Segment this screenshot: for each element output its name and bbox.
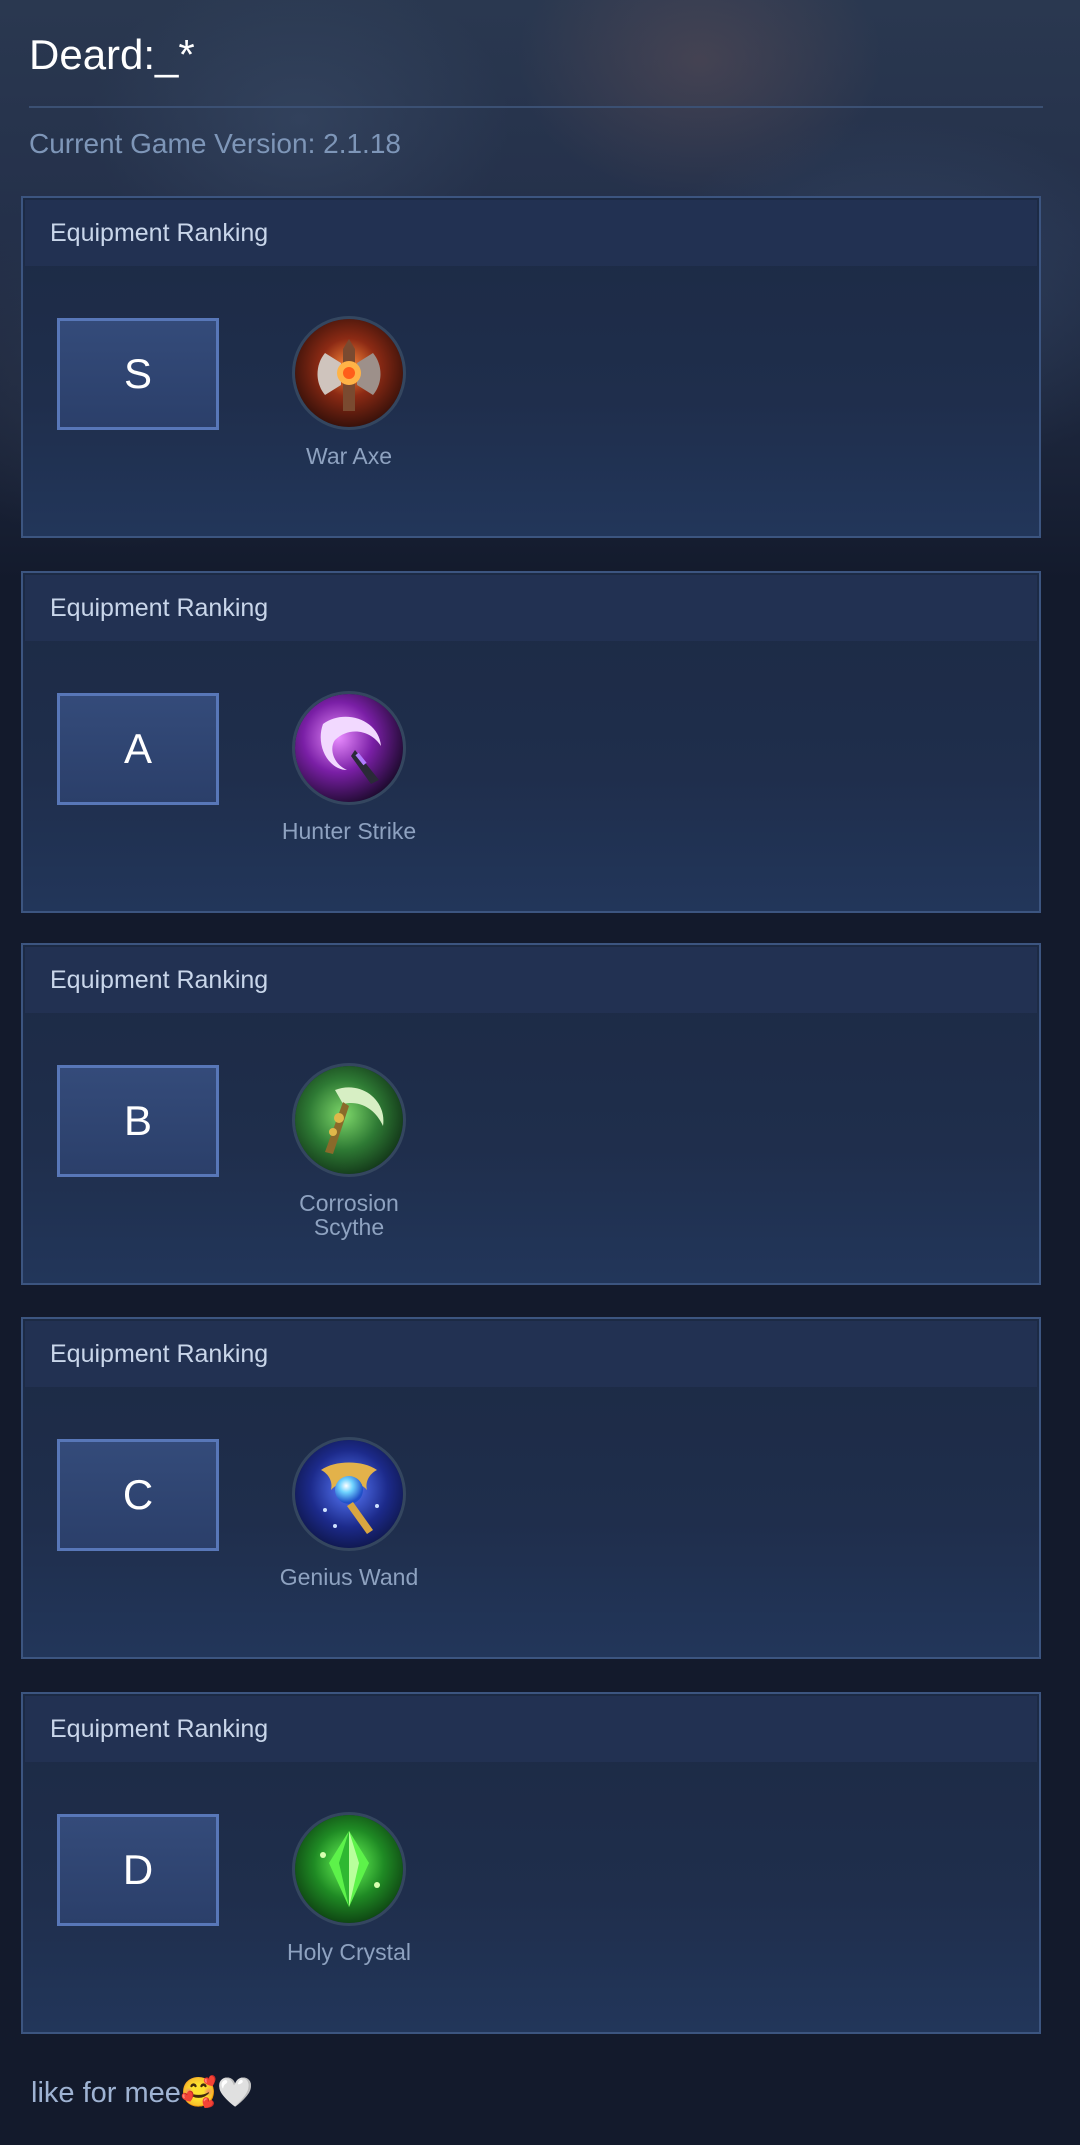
item-name: Genius Wand [279,1564,419,1590]
header: Deard:_* Current Game Version: 2.1.18 [0,0,1080,164]
equipment-item-genius-wand[interactable]: Genius Wand [263,1437,435,1589]
tier-badge-s: S [57,318,219,430]
tier-badge-b: B [57,1065,219,1177]
card-heading: Equipment Ranking [25,575,1037,641]
card-heading: Equipment Ranking [25,1321,1037,1387]
item-name: Holy Crystal [287,1939,411,1965]
equipment-item-war-axe[interactable]: War Axe [263,316,435,468]
ranking-card-s: Equipment Ranking S War Axe [21,196,1041,538]
ranking-card-d: Equipment Ranking D Holy Crystal [21,1692,1041,2034]
holy-crystal-icon [292,1812,406,1926]
ranking-card-a: Equipment Ranking A Hunter Strike [21,571,1041,913]
page: Deard:_* Current Game Version: 2.1.18 Eq… [0,0,1080,2109]
header-divider [29,106,1043,108]
game-version-text: Current Game Version: 2.1.18 [29,128,401,159]
item-name: Corrosion Scythe [299,1190,399,1240]
war-axe-icon [292,316,406,430]
equipment-item-hunter-strike[interactable]: Hunter Strike [263,691,435,843]
tier-badge-a: A [57,693,219,805]
genius-wand-icon [292,1437,406,1551]
card-heading: Equipment Ranking [25,200,1037,266]
footer-text: like for mee🥰🤍 [31,2077,254,2109]
ranking-card-c: Equipment Ranking C Genius Wand [21,1317,1041,1659]
equipment-item-corrosion-scythe[interactable]: Corrosion Scythe [263,1063,435,1239]
tier-badge-d: D [57,1814,219,1926]
item-name: War Axe [305,443,393,469]
tier-badge-c: C [57,1439,219,1551]
ranking-card-b: Equipment Ranking B Corrosion Scythe [21,943,1041,1285]
card-heading: Equipment Ranking [25,947,1037,1013]
corrosion-scythe-icon [292,1063,406,1177]
hunter-strike-icon [292,691,406,805]
item-name: Hunter Strike [281,818,417,844]
card-heading: Equipment Ranking [25,1696,1037,1762]
page-title: Deard:_* [29,31,195,78]
equipment-item-holy-crystal[interactable]: Holy Crystal [263,1812,435,1964]
